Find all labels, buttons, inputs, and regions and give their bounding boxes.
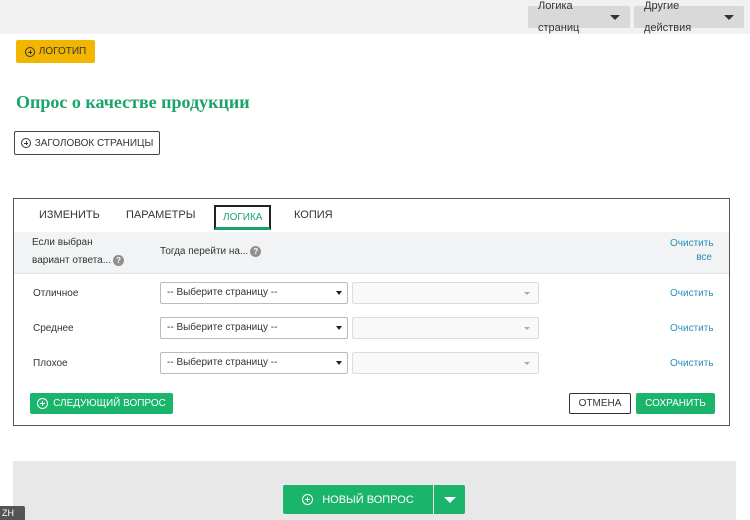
answer-label: Среднее (33, 323, 74, 334)
question-select[interactable] (352, 282, 539, 304)
clear-link[interactable]: Очистить (670, 288, 714, 299)
tab-logic[interactable]: ЛОГИКА (214, 205, 272, 230)
question-select[interactable] (352, 352, 539, 374)
then-go-text: Тогда перейти на... (160, 246, 249, 257)
page-select[interactable]: -- Выберите страницу -- (160, 317, 348, 339)
caret-down-icon (524, 327, 530, 330)
page-select[interactable]: -- Выберите страницу -- (160, 282, 348, 304)
answer-label: Плохое (33, 358, 68, 369)
add-question-area: НОВЫЙ ВОПРОС (13, 461, 736, 520)
help-icon[interactable]: ? (113, 254, 125, 266)
answer-label: Отличное (33, 288, 79, 299)
page-select-value: -- Выберите страницу -- (167, 322, 278, 333)
page-select-value: -- Выберите страницу -- (167, 357, 278, 368)
next-question-label: СЛЕДУЮЩИЙ ВОПРОС (53, 398, 166, 409)
logo-button-label: ЛОГОТИП (38, 46, 87, 57)
clear-all-link[interactable]: Очистить все (670, 237, 714, 265)
plus-circle-icon (302, 494, 314, 505)
caret-down-icon (524, 292, 530, 295)
if-selected-line1: Если выбран (32, 237, 93, 248)
top-toolbar: Логика страниц Другие действия (0, 0, 750, 34)
tab-copy[interactable]: КОПИЯ (294, 209, 333, 221)
new-question-label: НОВЫЙ ВОПРОС (322, 493, 414, 506)
other-actions-button[interactable]: Другие действия (634, 0, 744, 34)
caret-down-icon (336, 326, 342, 330)
caret-down-icon (444, 497, 456, 503)
clear-link[interactable]: Очистить (670, 358, 714, 369)
save-button[interactable]: СОХРАНИТЬ (636, 393, 715, 414)
clear-all-line2: все (696, 252, 712, 263)
page-select[interactable]: -- Выберите страницу -- (160, 352, 348, 374)
page-header-button-label: ЗАГОЛОВОК СТРАНИЦЫ (34, 137, 154, 149)
if-selected-label: Если выбран вариант ответа...? (32, 234, 125, 270)
other-actions-label: Другие действия (644, 0, 692, 34)
logic-table-header: Если выбран вариант ответа...? Тогда пер… (14, 232, 729, 274)
help-icon[interactable]: ? (250, 245, 262, 257)
caret-down-icon (524, 362, 530, 365)
clear-link[interactable]: Очистить (670, 323, 714, 334)
caret-down-icon (336, 361, 342, 365)
new-question-button[interactable]: НОВЫЙ ВОПРОС (283, 485, 433, 514)
clear-all-line1: Очистить (670, 238, 714, 249)
tab-options[interactable]: ПАРАМЕТРЫ (126, 209, 195, 221)
next-question-button[interactable]: СЛЕДУЮЩИЙ ВОПРОС (30, 393, 173, 414)
then-go-label: Тогда перейти на...? (160, 243, 262, 261)
page-select-value: -- Выберите страницу -- (167, 287, 278, 298)
caret-down-icon (724, 14, 734, 20)
plus-circle-icon (37, 398, 49, 409)
question-edit-panel: ИЗМЕНИТЬ ПАРАМЕТРЫ ЛОГИКА КОПИЯ Если выб… (13, 198, 730, 426)
if-selected-line2: вариант ответа... (32, 255, 112, 266)
page-logic-button[interactable]: Логика страниц (528, 0, 630, 34)
caret-down-icon (610, 14, 620, 20)
tab-bar: ИЗМЕНИТЬ ПАРАМЕТРЫ ЛОГИКА КОПИЯ (14, 199, 729, 233)
language-badge[interactable]: ZH (0, 506, 25, 520)
survey-title[interactable]: Опрос о качестве продукции (16, 92, 250, 113)
new-question-dropdown-button[interactable] (434, 485, 465, 514)
question-select[interactable] (352, 317, 539, 339)
page-header-button[interactable]: ЗАГОЛОВОК СТРАНИЦЫ (14, 131, 160, 155)
caret-down-icon (336, 291, 342, 295)
tab-edit[interactable]: ИЗМЕНИТЬ (39, 209, 100, 221)
plus-circle-icon (20, 138, 31, 148)
page-logic-label: Логика страниц (538, 0, 580, 34)
cancel-button[interactable]: ОТМЕНА (569, 393, 631, 414)
plus-circle-icon (24, 46, 35, 57)
logo-button[interactable]: ЛОГОТИП (16, 40, 95, 63)
